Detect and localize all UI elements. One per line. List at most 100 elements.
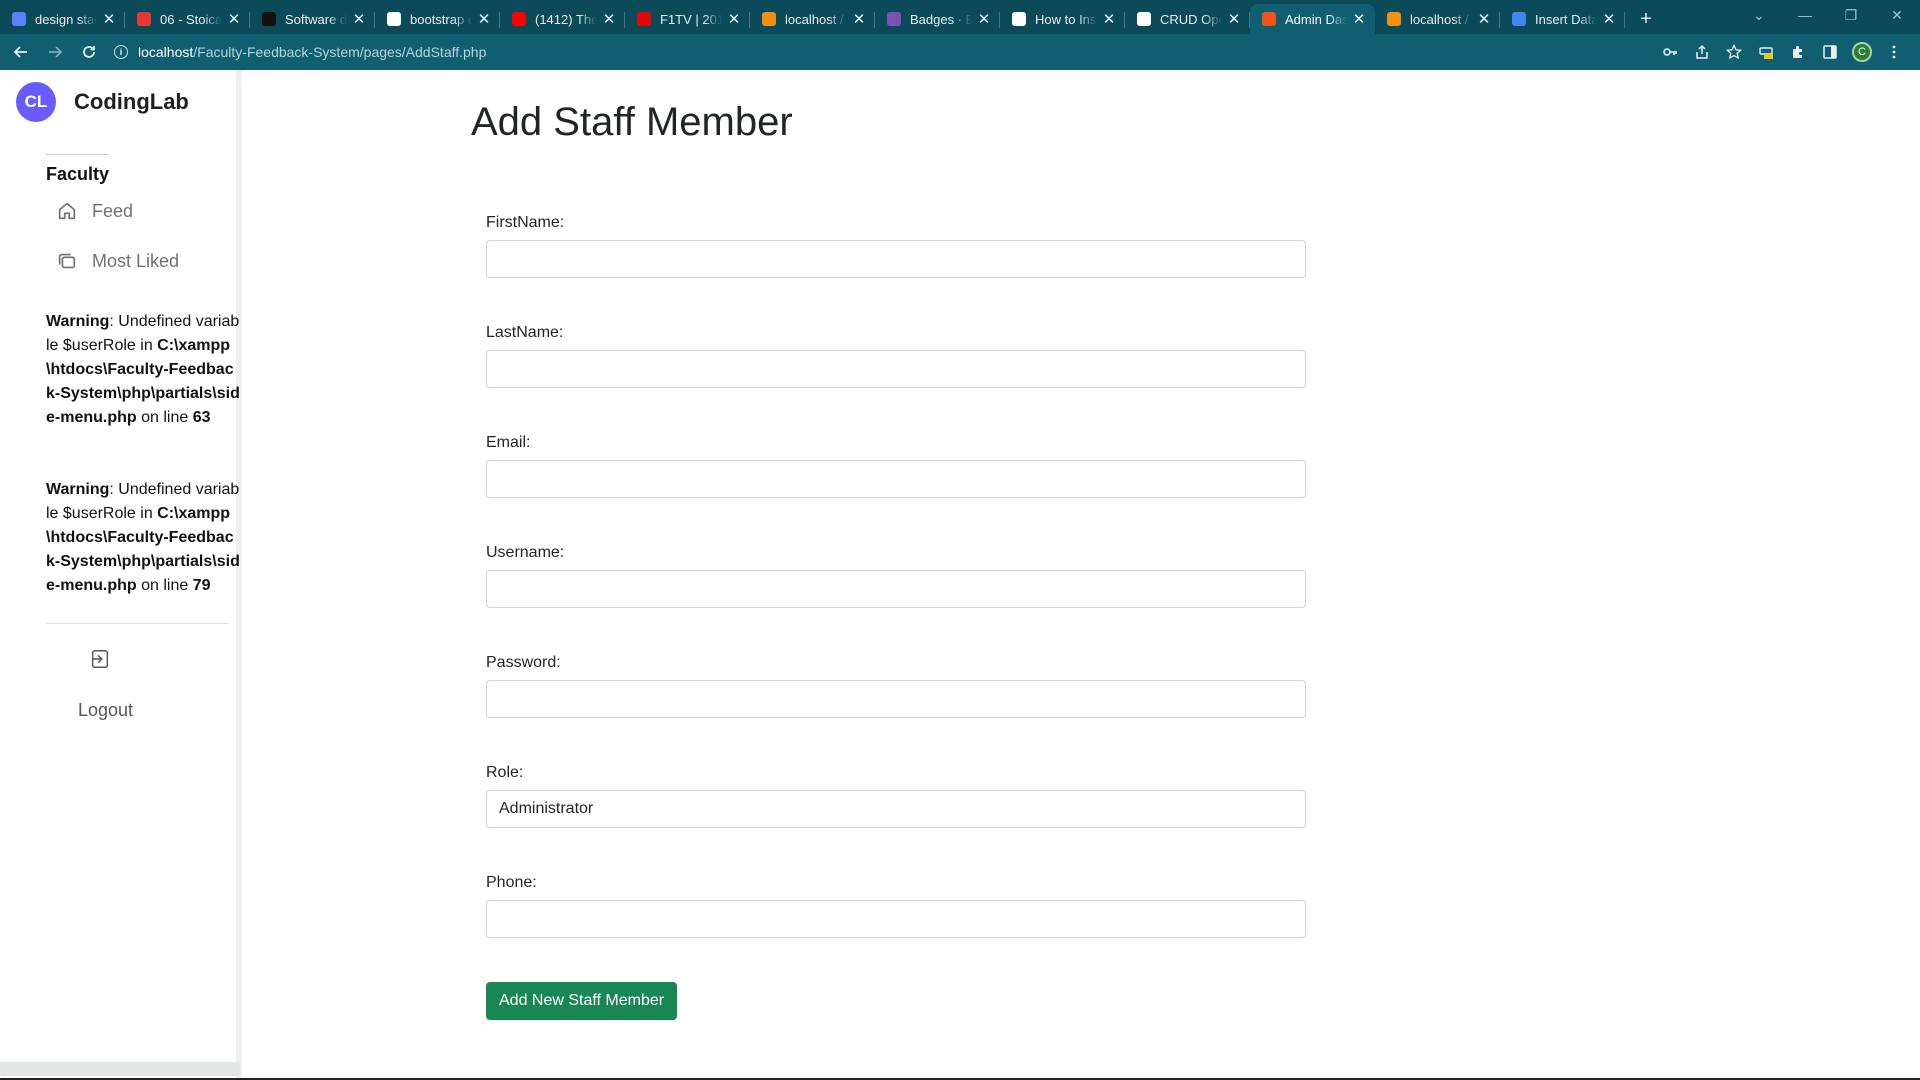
role-field: Role: Administrator [486,764,1306,828]
f1-icon [637,12,651,26]
password-input[interactable] [486,680,1306,718]
tab-title: F1TV | 2013 [660,11,722,27]
address-bar[interactable]: i localhost/Faculty-Feedback-System/page… [114,38,1654,66]
divider [46,623,228,624]
tab-separator [1624,12,1625,28]
browser-tab[interactable]: design stag ✕ [0,4,125,34]
lastname-field: LastName: [486,324,1306,388]
sidebar: CL CodingLab Faculty Feed Most Liked War… [0,70,242,1078]
youtube-icon [512,12,526,26]
browser-toolbar: i localhost/Faculty-Feedback-System/page… [0,34,1920,70]
toolbar-actions: C [1654,39,1910,65]
tab-title: localhost / [1410,11,1469,27]
incognito-extension-icon[interactable] [1750,39,1782,65]
close-tab-icon[interactable]: ✕ [1601,10,1617,28]
close-window-button[interactable]: ✕ [1874,7,1920,24]
username-field: Username: [486,544,1306,608]
share-icon[interactable] [1686,39,1718,65]
lastname-input[interactable] [486,350,1306,388]
tab-title: Badges · Bo [910,11,972,27]
phone-label: Phone: [486,874,537,891]
close-tab-icon[interactable]: ✕ [101,10,117,28]
close-tab-icon[interactable]: ✕ [1101,10,1117,28]
close-tab-icon[interactable]: ✕ [351,10,367,28]
close-tab-icon[interactable]: ✕ [1226,10,1242,28]
php-warning: Warning: Undefined variable $userRole in… [46,481,240,594]
extensions-puzzle-icon[interactable] [1782,39,1814,65]
back-button[interactable] [8,39,34,65]
restore-button[interactable]: ❐ [1828,7,1874,24]
sidebar-item-most-liked[interactable]: Most Liked [56,250,179,272]
browser-tab[interactable]: localhost / ✕ [1375,4,1500,34]
close-tab-icon[interactable]: ✕ [601,10,617,28]
logout-icon[interactable] [89,648,111,670]
sidebar-item-label: Feed [92,200,134,221]
username-input[interactable] [486,570,1306,608]
browser-tab[interactable]: localhost / ✕ [750,4,875,34]
email-input[interactable] [486,460,1306,498]
role-select[interactable]: Administrator [486,790,1306,828]
tab-title: Admin Dash [1285,11,1347,27]
avatar: C [1852,42,1872,62]
browser-tab[interactable]: F1TV | 2013✕ [625,4,750,34]
close-tab-icon[interactable]: ✕ [226,10,242,28]
horizontal-scrollbar[interactable] [0,1062,240,1076]
browser-tab[interactable]: CRUD Oper✕ [1125,4,1250,34]
close-tab-icon[interactable]: ✕ [726,10,742,28]
github-icon [12,12,26,26]
phpmyadmin-icon [1387,12,1401,26]
tab-title: (1412) The [535,11,597,27]
phone-input[interactable] [486,900,1306,938]
browser-tab[interactable]: 06 - Stoica, ✕ [125,4,250,34]
wordpress-icon [1137,12,1151,26]
close-tab-icon[interactable]: ✕ [1351,10,1367,28]
forward-button[interactable] [42,39,68,65]
sidebar-item-feed[interactable]: Feed [56,200,133,222]
side-panel-icon[interactable] [1814,39,1846,65]
tab-title: localhost / [785,11,844,27]
close-tab-icon[interactable]: ✕ [476,10,492,28]
firstname-input[interactable] [486,240,1306,278]
bookmark-star-icon[interactable] [1718,39,1750,65]
new-tab-button[interactable]: + [1631,4,1661,34]
tab-search-icon[interactable]: ⌄ [1736,7,1782,24]
arrow-left-icon [13,46,27,58]
page-title: Add Staff Member [471,100,793,144]
php-warning: Warning: Undefined variable $userRole in… [46,313,240,426]
tab-title: Insert Data [1535,11,1597,27]
browser-tab[interactable]: (1412) The ✕ [500,4,625,34]
reload-icon [83,46,95,58]
wordpress-icon [1012,12,1026,26]
arrow-right-icon [49,46,63,58]
warning-triangle-icon [137,12,151,26]
tab-title: 06 - Stoica, [160,11,222,27]
logo: CL [16,82,56,122]
tab-title: How to Inse [1035,11,1097,27]
profile-button[interactable]: C [1846,39,1878,65]
browser-tab[interactable]: bootstrap d ✕ [375,4,500,34]
close-tab-icon[interactable]: ✕ [976,10,992,28]
browser-tab[interactable]: Admin Dash✕ [1250,4,1375,34]
role-label: Role: [486,764,524,781]
browser-tab[interactable]: Insert Data ✕ [1500,4,1625,34]
logout-link[interactable]: Logout [78,700,133,721]
username-label: Username: [486,544,565,561]
url-path: /Faculty-Feedback-System/pages/AddStaff.… [193,44,487,60]
close-tab-icon[interactable]: ✕ [851,10,867,28]
url-host: localhost [138,44,194,60]
tab-title: bootstrap d [410,11,472,27]
sidebar-item-label: Most Liked [92,250,180,271]
browser-tab[interactable]: How to Inse ✕ [1000,4,1125,34]
reload-button[interactable] [76,39,102,65]
phone-field: Phone: [486,874,1306,938]
browser-tab[interactable]: Badges · Bo✕ [875,4,1000,34]
key-icon[interactable] [1654,39,1686,65]
add-staff-button[interactable]: Add New Staff Member [486,982,678,1020]
close-tab-icon[interactable]: ✕ [1476,10,1492,28]
minimize-button[interactable]: — [1782,7,1828,23]
browser-tab[interactable]: Software de✕ [250,4,375,34]
tab-list: design stag✕06 - Stoica,✕Software de✕boo… [0,4,1625,34]
site-info-icon[interactable]: i [114,45,128,59]
more-menu-icon[interactable] [1878,39,1910,65]
brand-name: CodingLab [74,89,189,114]
